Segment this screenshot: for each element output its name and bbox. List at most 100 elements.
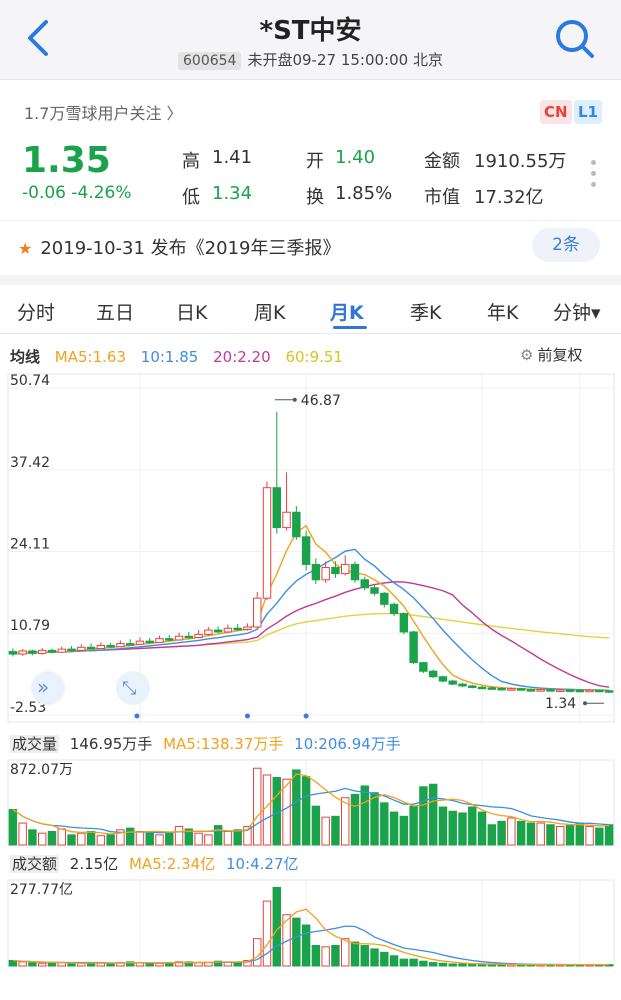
announcement-text: 2019-10-31 发布《2019年三季报》 <box>40 238 341 259</box>
kline-chart[interactable]: 50.7437.4224.1110.79-2.5346.871.34» ⤡872.… <box>0 370 621 970</box>
candle <box>311 563 321 581</box>
volume-legend: 成交量 146.95万手 MA5:138.37万手 10:206.94万手 <box>10 733 407 754</box>
volume-bar <box>428 783 438 846</box>
candle <box>487 687 497 690</box>
candle <box>595 689 604 693</box>
candle <box>448 680 457 685</box>
volume-bar <box>438 806 448 846</box>
tab-intraday[interactable]: 分时 <box>17 298 55 325</box>
candle <box>18 650 27 655</box>
cn-badge: CN <box>540 100 572 124</box>
candle <box>389 603 399 615</box>
followers-link[interactable]: 1.7万雪球用户关注 〉 <box>24 100 183 124</box>
volume-bar <box>516 820 526 846</box>
volume-bar <box>595 827 604 846</box>
candle <box>321 566 330 581</box>
amount-bar <box>340 938 350 967</box>
volume-bar <box>487 824 497 846</box>
tab-quarterly-k[interactable]: 季K <box>410 298 441 325</box>
amount-legend-title: 成交额 <box>10 855 60 873</box>
candle <box>47 649 57 653</box>
candle <box>223 627 233 633</box>
volume-ma5: MA5:138.37万手 <box>163 735 284 753</box>
adjust-settings[interactable]: ⚙ 前复权 <box>520 344 582 365</box>
tab-minute-dropdown[interactable]: 分钟▾ <box>553 298 601 325</box>
ma60-value: 60:9.51 <box>285 348 343 366</box>
volume-bar <box>477 811 487 846</box>
candle <box>292 511 301 538</box>
gear-icon: ⚙ <box>520 346 534 364</box>
candle <box>458 683 467 687</box>
event-dot <box>134 713 140 719</box>
ma20-line <box>12 581 610 688</box>
volume-bar <box>448 810 457 846</box>
ma10-value: 10:1.85 <box>140 348 199 366</box>
candle <box>262 487 272 599</box>
open-value: 1.40 <box>335 147 376 168</box>
volume-bar <box>604 824 614 846</box>
candle <box>604 690 614 693</box>
event-dot <box>244 713 250 719</box>
volume-bar <box>399 815 409 846</box>
candle <box>516 688 526 691</box>
candle <box>350 563 360 581</box>
candle <box>399 613 409 633</box>
volume-bar <box>47 831 57 846</box>
amount-bar <box>438 962 448 967</box>
search-icon[interactable] <box>552 16 596 60</box>
announcement[interactable]: ★ 2019-10-31 发布《2019年三季报》 <box>18 234 340 260</box>
amount-bar <box>360 945 369 967</box>
volume-value: 146.95万手 <box>69 735 153 753</box>
volume-bar <box>311 805 321 846</box>
candle <box>477 686 487 690</box>
announcement-count-button[interactable]: 2条 <box>532 228 600 262</box>
high-value: 1.41 <box>212 147 253 168</box>
stock-subline: 600654 未开盘09-27 15:00:00 北京 <box>0 49 621 70</box>
tab-monthly-k[interactable]: 月K <box>330 298 364 325</box>
candle <box>565 689 575 692</box>
volume-bar <box>67 834 76 846</box>
volume-bar <box>292 769 301 846</box>
y-tick-label: 50.74 <box>10 373 50 389</box>
amount-bar <box>331 945 340 967</box>
candle <box>243 626 252 630</box>
mcap-label: 市值 <box>424 187 460 208</box>
volume-bar <box>575 822 585 846</box>
more-vertical-icon[interactable] <box>588 160 598 190</box>
amount-bar <box>321 946 330 967</box>
candle <box>468 685 477 688</box>
volume-ma10: 10:206.94万手 <box>294 735 401 753</box>
candle <box>419 662 428 672</box>
volume-bar <box>370 792 379 846</box>
volume-bar <box>350 793 360 846</box>
amount-bar <box>419 960 428 967</box>
amount-bar <box>389 955 399 967</box>
candle <box>194 633 203 638</box>
volume-bar <box>546 824 555 846</box>
amount-bar <box>262 900 272 967</box>
tab-weekly-k[interactable]: 周K <box>254 298 285 325</box>
amount-bar <box>145 962 154 967</box>
candle <box>409 631 418 664</box>
amount-bar <box>428 962 438 967</box>
candle <box>96 644 106 650</box>
tab-daily-k[interactable]: 日K <box>176 298 207 325</box>
amount-legend: 成交额 2.15亿 MA5:2.34亿 10:4.27亿 <box>10 853 305 874</box>
amount-value: 1910.55万 <box>474 151 567 172</box>
candle <box>526 689 536 692</box>
candle <box>546 689 555 692</box>
candle <box>106 644 115 648</box>
volume-bar <box>145 832 154 846</box>
candle <box>360 579 369 589</box>
volume-bar <box>125 827 135 846</box>
candle <box>204 629 213 635</box>
candle <box>37 649 47 654</box>
volume-bar <box>223 831 233 846</box>
candle <box>370 587 379 594</box>
tab-yearly-k[interactable]: 年K <box>487 298 518 325</box>
low-label: 低 <box>182 187 200 208</box>
ma-legend: 均线 MA5:1.63 10:1.85 20:2.20 60:9.51 <box>10 346 353 367</box>
volume-bar <box>204 834 213 846</box>
section-separator <box>0 275 621 285</box>
tab-five-day[interactable]: 五日 <box>96 298 134 325</box>
